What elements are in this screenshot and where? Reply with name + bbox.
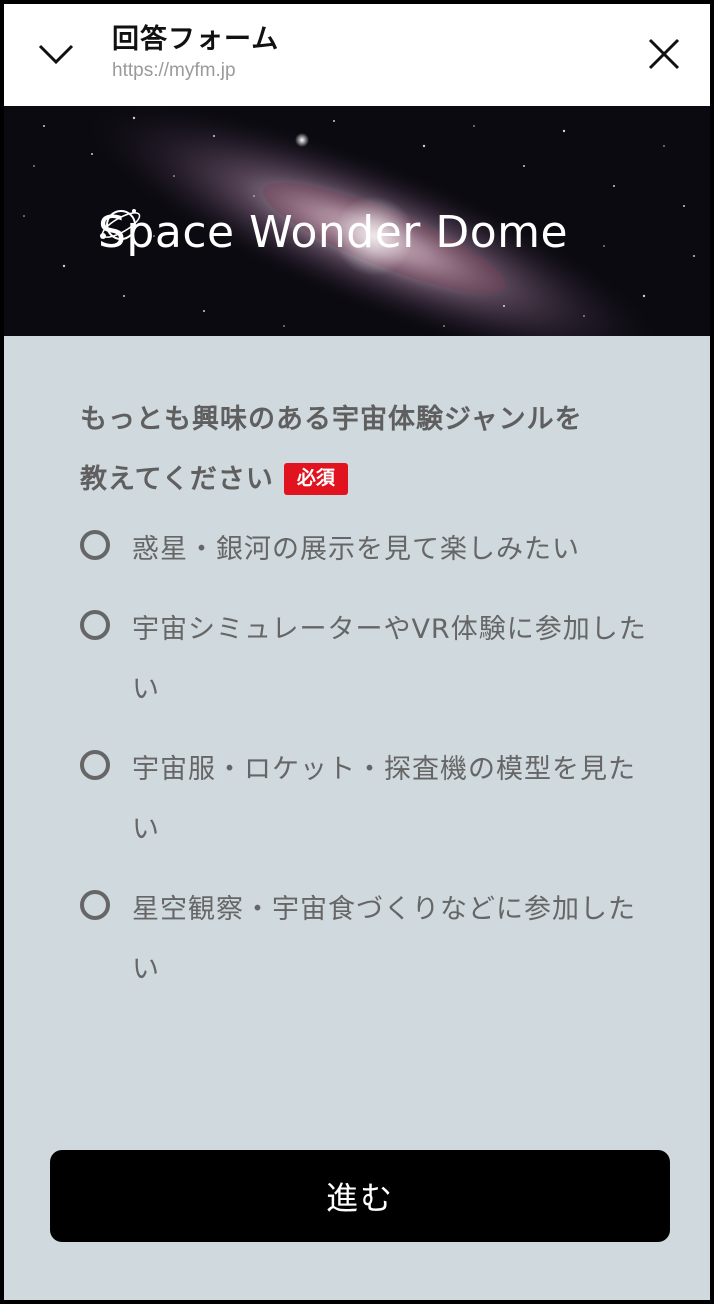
option-exhibition[interactable]: 惑星・銀河の展示を見て楽しみたい bbox=[80, 520, 660, 580]
radio-button[interactable] bbox=[80, 750, 110, 780]
radio-button[interactable] bbox=[80, 610, 110, 640]
option-label: 惑星・銀河の展示を見て楽しみたい bbox=[132, 534, 580, 565]
option-label: 宇宙服・ロケット・探査機の模型を見たい bbox=[132, 754, 636, 845]
top-bar: 回答フォーム https://myfm.jp bbox=[4, 4, 710, 106]
page-url: https://myfm.jp bbox=[112, 60, 236, 81]
orbit-logo-icon bbox=[100, 209, 141, 240]
option-label: 宇宙シミュレーターやVR体験に参加したい bbox=[132, 614, 647, 705]
close-icon bbox=[648, 38, 680, 70]
option-stargazing[interactable]: 星空観察・宇宙食づくりなどに参加したい bbox=[80, 880, 660, 1000]
option-simulator-vr[interactable]: 宇宙シミュレーターやVR体験に参加したい bbox=[80, 600, 660, 720]
title-group: 回答フォーム https://myfm.jp bbox=[112, 24, 279, 84]
radio-button[interactable] bbox=[80, 530, 110, 560]
option-label: 星空観察・宇宙食づくりなどに参加したい bbox=[132, 894, 636, 985]
hero-banner: Space Wonder Dome bbox=[4, 106, 710, 336]
brand-logo: Space Wonder Dome bbox=[98, 202, 568, 262]
collapse-button[interactable] bbox=[34, 32, 78, 76]
option-models[interactable]: 宇宙服・ロケット・探査機の模型を見たい bbox=[80, 740, 660, 860]
brand-name: Space Wonder Dome bbox=[98, 206, 569, 258]
chevron-down-icon bbox=[38, 44, 74, 65]
next-button[interactable]: 進む bbox=[50, 1150, 670, 1242]
required-badge: 必須 bbox=[283, 463, 348, 495]
question-text: もっとも興味のある宇宙体験ジャンルを 教えてください 必須 bbox=[80, 390, 650, 510]
question-line-1: もっとも興味のある宇宙体験ジャンルを bbox=[80, 404, 583, 435]
close-button[interactable] bbox=[642, 32, 686, 76]
option-list: 惑星・銀河の展示を見て楽しみたい 宇宙シミュレーターやVR体験に参加したい 宇宙… bbox=[80, 520, 660, 1000]
page-title: 回答フォーム bbox=[112, 24, 280, 55]
radio-button[interactable] bbox=[80, 890, 110, 920]
form-window: 回答フォーム https://myfm.jp Space Wonder Dome… bbox=[4, 4, 710, 1300]
question-line-2: 教えてください bbox=[80, 464, 274, 495]
